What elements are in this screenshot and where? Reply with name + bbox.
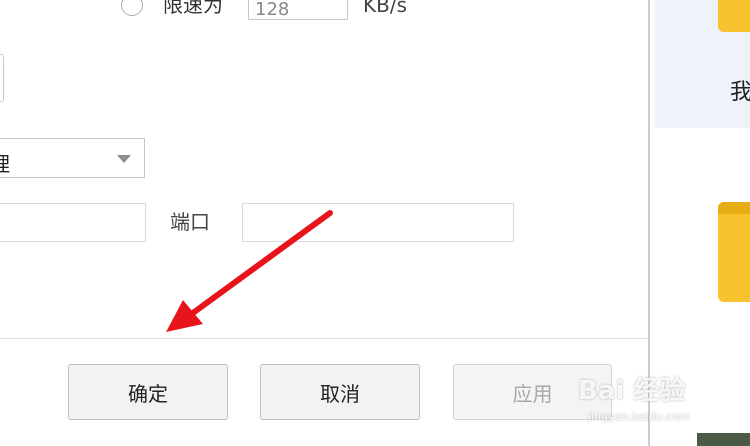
speed-limit-input[interactable]: 128 [248, 0, 348, 20]
speed-unit-label: KB/s [363, 0, 407, 17]
cancel-button[interactable]: 取消 [260, 364, 420, 420]
speed-limit-label: 限速为 [163, 0, 223, 17]
watermark-url: jingyan.baidu.com [588, 410, 690, 423]
proxy-type-value: 理 [0, 148, 10, 177]
folder-icon [718, 202, 750, 302]
proxy-type-select[interactable]: 理 [0, 138, 145, 178]
settings-dialog: 限速为 128 KB/s 理 端口 确定 取消 应用 [0, 0, 648, 446]
folder-icon-tab [718, 202, 750, 214]
port-input[interactable] [242, 203, 514, 242]
folder-icon [718, 0, 750, 32]
proxy-address-input[interactable] [0, 203, 146, 242]
thumbnail-image [697, 433, 750, 446]
watermark-logo: Bai 经验 [578, 376, 686, 406]
footer-divider [0, 338, 648, 339]
chevron-down-icon [117, 155, 131, 163]
partial-control[interactable] [0, 54, 4, 102]
speed-limit-radio[interactable] [121, 0, 143, 16]
ok-button[interactable]: 确定 [68, 364, 228, 420]
port-label: 端口 [170, 210, 210, 234]
background-text: 我 [730, 80, 750, 105]
screenshot-root: 我 限速为 128 KB/s 理 端口 确定 取消 应用 Bai 经验 jing… [0, 0, 750, 446]
